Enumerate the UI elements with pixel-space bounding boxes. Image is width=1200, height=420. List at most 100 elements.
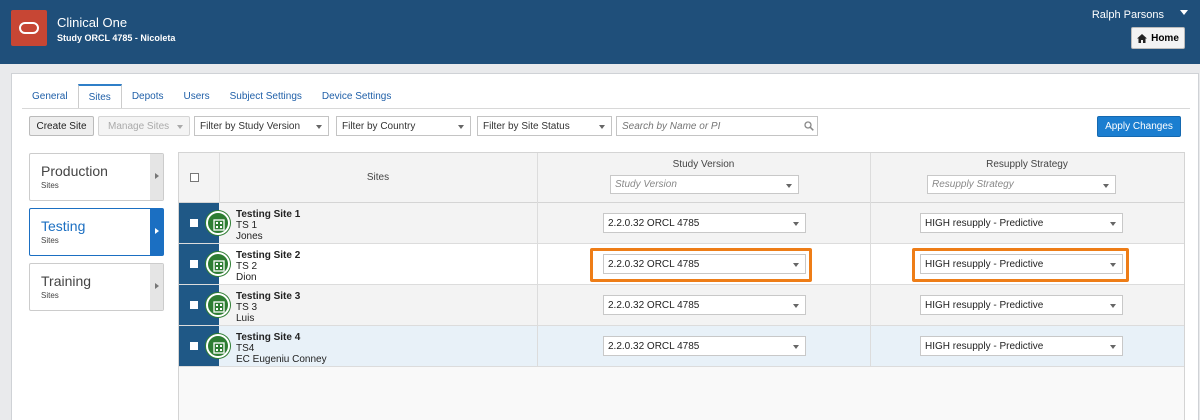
caret-down-icon	[177, 125, 183, 129]
resupply-strategy-value: HIGH resupply - Predictive	[925, 258, 1044, 270]
env-name: Production	[41, 163, 108, 179]
table-row[interactable]: Testing Site 1 TS 1 Jones 2.2.0.32 ORCL …	[179, 203, 1184, 244]
manage-sites-label: Manage Sites	[108, 120, 170, 132]
study-version-placeholder: Study Version	[615, 179, 677, 190]
caret-down-icon	[1110, 345, 1116, 349]
home-button[interactable]: Home	[1131, 27, 1185, 49]
filter-country-label: Filter by Country	[342, 120, 416, 132]
study-version-select[interactable]: 2.2.0.32 ORCL 4785	[603, 254, 806, 274]
study-version-select[interactable]: 2.2.0.32 ORCL 4785	[603, 295, 806, 315]
env-card-training[interactable]: Training Sites	[29, 263, 164, 311]
site-code: TS 1	[236, 220, 258, 231]
chevron-right-icon	[155, 283, 159, 289]
select-all-checkbox[interactable]	[190, 173, 199, 182]
table-header: Sites Study Version Study Version Resupp…	[179, 153, 1184, 203]
site-pi: Luis	[236, 313, 255, 324]
main-panel: General Sites Depots Users Subject Setti…	[11, 73, 1199, 420]
site-building-icon	[206, 211, 230, 235]
study-version-select[interactable]: 2.2.0.32 ORCL 4785	[603, 336, 806, 356]
chevron-right-icon	[155, 228, 159, 234]
home-icon	[1137, 33, 1148, 43]
caret-down-icon	[1110, 263, 1116, 267]
tab-bar: General Sites Depots Users Subject Setti…	[22, 84, 401, 108]
env-name: Training	[41, 273, 92, 289]
caret-down-icon	[793, 263, 799, 267]
site-building-icon	[206, 293, 230, 317]
env-card-testing[interactable]: Testing Sites	[29, 208, 164, 256]
env-name: Testing	[41, 218, 86, 234]
app-header: Clinical One Study ORCL 4785 - Nicoleta …	[0, 0, 1200, 64]
site-code: TS 2	[236, 261, 258, 272]
caret-down-icon	[793, 345, 799, 349]
caret-down-icon	[316, 125, 322, 129]
filter-study-version-select[interactable]: Filter by Study Version	[194, 116, 329, 136]
resupply-strategy-value: HIGH resupply - Predictive	[925, 217, 1044, 229]
app-title: Clinical One	[57, 15, 128, 30]
tab-device-settings[interactable]: Device Settings	[312, 84, 401, 108]
caret-down-icon	[458, 125, 464, 129]
tab-depots[interactable]: Depots	[122, 84, 174, 108]
site-code: TS4	[236, 343, 255, 354]
apply-changes-button[interactable]: Apply Changes	[1097, 116, 1181, 137]
study-version-select[interactable]: 2.2.0.32 ORCL 4785	[603, 213, 806, 233]
env-card-production[interactable]: Production Sites	[29, 153, 164, 201]
caret-down-icon	[793, 304, 799, 308]
filter-site-status-label: Filter by Site Status	[483, 120, 570, 132]
oracle-logo-icon	[11, 10, 47, 46]
site-name: Testing Site 3	[236, 291, 301, 302]
resupply-strategy-select[interactable]: HIGH resupply - Predictive	[920, 295, 1123, 315]
table-row[interactable]: Testing Site 2 TS 2 Dion 2.2.0.32 ORCL 4…	[179, 244, 1184, 285]
caret-down-icon	[1103, 184, 1109, 188]
tab-sites[interactable]: Sites	[77, 84, 122, 108]
search-input[interactable]	[616, 116, 818, 136]
filter-country-select[interactable]: Filter by Country	[336, 116, 471, 136]
row-checkbox[interactable]	[190, 342, 198, 350]
caret-down-icon	[793, 222, 799, 226]
env-sub: Sites	[41, 181, 59, 190]
site-name: Testing Site 1	[236, 209, 301, 220]
home-label: Home	[1151, 32, 1179, 44]
site-code: TS 3	[236, 302, 258, 313]
study-version-filter-select[interactable]: Study Version	[610, 175, 799, 194]
resupply-strategy-value: HIGH resupply - Predictive	[925, 340, 1044, 352]
manage-sites-button[interactable]: Manage Sites	[98, 116, 190, 136]
search-icon[interactable]	[804, 121, 814, 131]
col-header-sites: Sites	[366, 172, 390, 183]
study-version-value: 2.2.0.32 ORCL 4785	[608, 217, 700, 229]
site-name: Testing Site 4	[236, 332, 301, 343]
filter-study-version-label: Filter by Study Version	[200, 120, 301, 132]
caret-down-icon[interactable]	[1180, 10, 1188, 15]
site-pi: Dion	[236, 272, 257, 283]
env-sub: Sites	[41, 291, 59, 300]
resupply-strategy-filter-select[interactable]: Resupply Strategy	[927, 175, 1116, 194]
study-version-value: 2.2.0.32 ORCL 4785	[608, 299, 700, 311]
site-pi: Jones	[236, 231, 263, 242]
table-row[interactable]: Testing Site 4 TS4 EC Eugeniu Conney 2.2…	[179, 326, 1184, 367]
caret-down-icon	[599, 125, 605, 129]
filter-site-status-select[interactable]: Filter by Site Status	[477, 116, 612, 136]
row-checkbox[interactable]	[190, 219, 198, 227]
resupply-strategy-value: HIGH resupply - Predictive	[925, 299, 1044, 311]
row-checkbox[interactable]	[190, 301, 198, 309]
env-sub: Sites	[41, 236, 59, 245]
user-menu[interactable]: Ralph Parsons	[1092, 9, 1164, 21]
resupply-strategy-placeholder: Resupply Strategy	[932, 179, 1014, 190]
tabs-divider	[22, 108, 1190, 109]
tab-general[interactable]: General	[22, 84, 78, 108]
caret-down-icon	[1110, 222, 1116, 226]
resupply-strategy-select[interactable]: HIGH resupply - Predictive	[920, 336, 1123, 356]
caret-down-icon	[1110, 304, 1116, 308]
row-checkbox[interactable]	[190, 260, 198, 268]
resupply-strategy-select[interactable]: HIGH resupply - Predictive	[920, 254, 1123, 274]
table-row[interactable]: Testing Site 3 TS 3 Luis 2.2.0.32 ORCL 4…	[179, 285, 1184, 326]
resupply-strategy-select[interactable]: HIGH resupply - Predictive	[920, 213, 1123, 233]
site-building-icon	[206, 252, 230, 276]
tab-subject-settings[interactable]: Subject Settings	[220, 84, 312, 108]
col-header-resupply-strategy: Resupply Strategy	[986, 159, 1068, 170]
tab-users[interactable]: Users	[174, 84, 220, 108]
study-version-value: 2.2.0.32 ORCL 4785	[608, 340, 700, 352]
study-title: Study ORCL 4785 - Nicoleta	[57, 33, 176, 43]
site-name: Testing Site 2	[236, 250, 301, 261]
create-site-button[interactable]: Create Site	[29, 116, 94, 136]
study-version-value: 2.2.0.32 ORCL 4785	[608, 258, 700, 270]
